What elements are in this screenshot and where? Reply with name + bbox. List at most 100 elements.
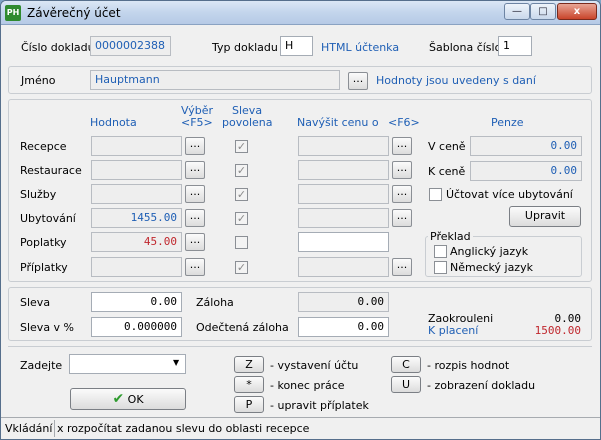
doc-number-label: Číslo dokladu: [21, 41, 95, 54]
multi-accommodation-label: Účtovat více ubytování: [446, 188, 573, 201]
row-select-button[interactable]: ...: [185, 209, 205, 227]
sleva-pct-field[interactable]: 0.000000: [91, 317, 182, 337]
shortcut-star-label: - konec práce: [270, 379, 345, 392]
chevron-down-icon[interactable]: ▼: [173, 358, 179, 367]
doc-type-field[interactable]: H: [280, 36, 313, 56]
column-penze: Penze: [491, 116, 524, 129]
k-cene-field[interactable]: 0.00: [470, 161, 582, 181]
row-discount-checkbox[interactable]: ✓: [235, 212, 248, 225]
k-cene-label: K ceně: [428, 165, 466, 178]
values-with-tax-note: Hodnoty jsou uvedeny s daní: [376, 74, 536, 87]
odectena-zaloha-field[interactable]: 0.00: [298, 317, 389, 337]
sleva-pct-label: Sleva v %: [20, 321, 75, 334]
k-placeni-value: 1500.00: [534, 324, 581, 337]
window: PH Závěrečný účet — □ x Číslo dokladu 00…: [0, 0, 601, 440]
row-discount-checkbox[interactable]: ✓: [235, 164, 248, 177]
title-bar: PH Závěrečný účet — □ x: [1, 1, 600, 25]
row-select-button[interactable]: ...: [185, 161, 205, 179]
sleva-label: Sleva: [20, 296, 51, 309]
row-increase-button[interactable]: ...: [392, 258, 412, 276]
zaloha-field[interactable]: 0.00: [298, 292, 389, 312]
row-increase-field[interactable]: [298, 160, 389, 180]
row-increase-field[interactable]: [298, 184, 389, 204]
shortcut-c-label: - rozpis hodnot: [427, 359, 510, 372]
column-navysit-key: <F6>: [388, 116, 420, 129]
row-select-button[interactable]: ...: [185, 185, 205, 203]
v-cene-field[interactable]: 0.00: [470, 136, 582, 156]
doc-type-label: Typ dokladu: [212, 41, 278, 54]
row-discount-checkbox[interactable]: ✓: [235, 261, 248, 274]
column-sleva-povolena: povolena: [222, 116, 273, 129]
status-message: x rozpočítat zadanou slevu do oblasti re…: [57, 422, 310, 435]
doc-type-description: HTML účtenka: [321, 41, 400, 54]
row-value-field[interactable]: [91, 136, 182, 156]
row-value-field[interactable]: [91, 160, 182, 180]
row-value-field[interactable]: 45.00: [91, 232, 182, 252]
row-increase-field[interactable]: [298, 232, 389, 252]
checkmark-icon: ✔: [112, 391, 125, 407]
status-bar: Vkládání x rozpočítat zadanou slevu do o…: [1, 417, 600, 439]
divider: [8, 346, 592, 347]
shortcut-p-label: - upravit příplatek: [270, 399, 369, 412]
shortcut-u-button[interactable]: U: [391, 376, 421, 393]
row-increase-field[interactable]: [298, 257, 389, 277]
german-checkbox[interactable]: [434, 261, 447, 274]
close-button[interactable]: x: [557, 3, 597, 20]
k-placeni-label: K placení: [428, 324, 479, 337]
v-cene-label: V ceně: [428, 140, 466, 153]
row-value-field[interactable]: [91, 184, 182, 204]
minimize-button[interactable]: —: [504, 3, 530, 20]
maximize-button[interactable]: □: [530, 3, 556, 20]
column-hodnota: Hodnota: [90, 116, 137, 129]
row-label: Příplatky: [20, 261, 68, 274]
row-increase-button[interactable]: ...: [392, 137, 412, 155]
ok-button[interactable]: ✔ OK: [70, 388, 186, 410]
row-label: Recepce: [20, 140, 67, 153]
column-vyber-key: <F5>: [181, 116, 213, 129]
shortcut-z-label: - vystavení účtu: [270, 359, 359, 372]
shortcut-p-button[interactable]: P: [234, 396, 264, 413]
template-label: Šablona číslo: [429, 41, 502, 54]
shortcut-u-label: - zobrazení dokladu: [427, 379, 536, 392]
row-increase-field[interactable]: [298, 208, 389, 228]
shortcut-c-button[interactable]: C: [391, 356, 421, 373]
row-label: Poplatky: [20, 236, 67, 249]
row-value-field[interactable]: 1455.00: [91, 208, 182, 228]
english-checkbox[interactable]: [434, 245, 447, 258]
row-select-button[interactable]: ...: [185, 258, 205, 276]
app-icon: PH: [5, 5, 21, 21]
shortcut-star-button[interactable]: *: [234, 376, 264, 393]
odectena-zaloha-label: Odečtená záloha: [196, 321, 289, 334]
ok-label: OK: [127, 393, 144, 406]
upravit-button[interactable]: Upravit: [509, 206, 581, 227]
zadejte-label: Zadejte: [20, 359, 63, 372]
status-mode: Vkládání: [3, 420, 56, 437]
row-label: Ubytování: [20, 212, 76, 225]
doc-number-field[interactable]: 0000002388: [90, 36, 171, 56]
row-discount-checkbox[interactable]: [235, 236, 248, 249]
zaloha-label: Záloha: [196, 296, 234, 309]
sleva-field[interactable]: 0.00: [91, 292, 182, 312]
german-label: Německý jazyk: [450, 261, 533, 274]
zadejte-combobox[interactable]: [69, 354, 186, 374]
row-discount-checkbox[interactable]: ✓: [235, 140, 248, 153]
template-field[interactable]: 1: [498, 36, 532, 56]
shortcut-z-button[interactable]: Z: [234, 356, 264, 373]
window-title: Závěrečný účet: [27, 6, 121, 20]
row-increase-button[interactable]: ...: [392, 209, 412, 227]
row-value-field[interactable]: [91, 257, 182, 277]
english-label: Anglický jazyk: [450, 245, 529, 258]
multi-accommodation-checkbox[interactable]: [429, 188, 442, 201]
row-discount-checkbox[interactable]: ✓: [235, 188, 248, 201]
column-navysit: Navýšit cenu o: [297, 116, 379, 129]
row-select-button[interactable]: ...: [185, 233, 205, 251]
row-increase-button[interactable]: ...: [392, 185, 412, 203]
row-label: Služby: [20, 188, 57, 201]
name-field[interactable]: Hauptmann: [90, 70, 340, 90]
row-select-button[interactable]: ...: [185, 137, 205, 155]
translation-title: Překlad: [428, 230, 473, 243]
row-label: Restaurace: [20, 164, 82, 177]
row-increase-button[interactable]: ...: [392, 161, 412, 179]
name-select-button[interactable]: ...: [348, 72, 368, 90]
row-increase-field[interactable]: [298, 136, 389, 156]
